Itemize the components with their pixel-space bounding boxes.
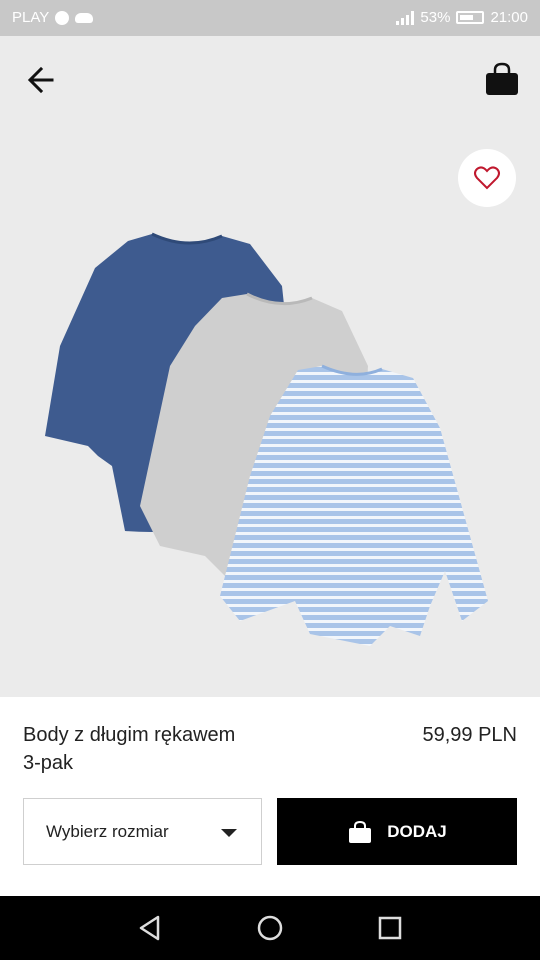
add-to-bag-button[interactable]: DODAJ [277,798,517,865]
size-selector-label: Wybierz rozmiar [46,821,169,841]
shopping-bag-icon [349,820,372,843]
cloud-icon [75,12,94,23]
nav-back-button[interactable] [134,912,166,944]
product-name-line2: 3-pak [23,752,74,774]
product-name-line1: Body z długim rękawem [23,724,236,746]
favorite-button[interactable] [458,149,516,207]
message-icon [55,10,70,25]
product-photo [45,232,488,646]
square-recents-icon [378,916,402,940]
heart-icon [474,166,500,190]
product-info-panel: Body z długim rękawem 3-pak 59,99 PLN Wy… [0,697,540,896]
clock: 21:00 [490,9,528,26]
shopping-bag-icon [486,62,518,95]
caret-down-icon [221,829,237,837]
status-bar: PLAY 53% 21:00 [0,0,540,36]
add-to-bag-label: DODAJ [387,821,447,841]
circle-home-icon [257,915,283,941]
back-button[interactable] [22,60,62,100]
size-selector[interactable]: Wybierz rozmiar [23,798,262,865]
nav-recents-button[interactable] [374,912,406,944]
battery-icon [456,11,485,24]
triangle-back-icon [139,915,160,941]
signal-icon [396,10,415,25]
battery-level: 53% [420,9,451,26]
product-image-area[interactable] [0,36,540,697]
carrier-label: PLAY [12,9,50,26]
nav-home-button[interactable] [254,912,286,944]
shopping-bag-button[interactable] [482,60,522,100]
product-name: Body z długim rękawem 3-pak [23,721,323,777]
arrow-left-icon [27,66,54,94]
product-price: 59,99 PLN [422,724,517,746]
system-navigation-bar [0,896,540,960]
